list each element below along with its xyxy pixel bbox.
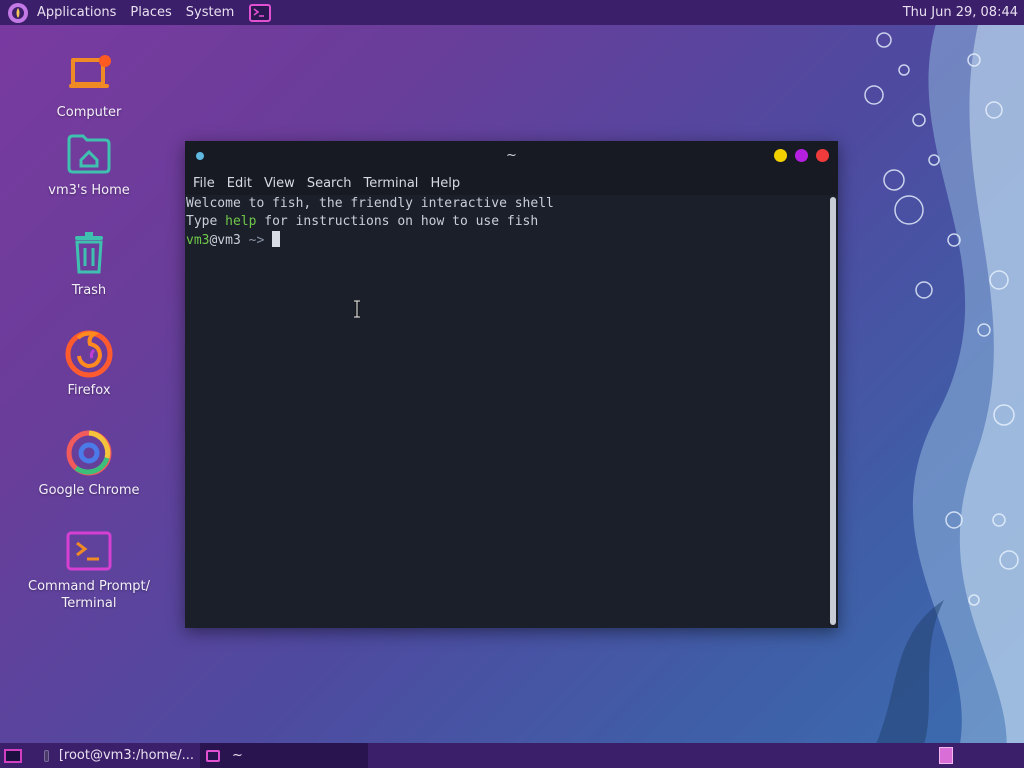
minimize-button[interactable] [774,149,787,162]
menu-places[interactable]: Places [123,0,178,25]
terminal-task-icon [44,749,49,762]
chrome-icon [66,430,112,476]
desktop-icon-label: Trash [71,283,107,298]
text-cursor [272,231,281,247]
bottom-panel: [root@vm3:/home/... ~ [0,743,1024,768]
wallpaper-decoration [864,0,1024,768]
panel-clock[interactable]: Thu Jun 29, 08:44 [903,5,1018,20]
trash-icon [75,232,103,274]
menu-terminal[interactable]: Terminal [359,176,426,191]
home-folder-icon [67,134,111,174]
help-line: Type help for instructions on how to use… [186,213,831,231]
maximize-button[interactable] [795,149,808,162]
desktop-icon-trash[interactable]: Trash [24,230,154,299]
taskbar-item-home-terminal[interactable]: ~ [200,743,368,768]
desktop-icon-label: Command Prompt/ Terminal [28,579,150,611]
menu-help[interactable]: Help [426,176,468,191]
terminal-launcher-icon[interactable] [249,3,272,22]
workspace-switcher[interactable] [939,747,953,764]
top-panel: Applications Places System Thu Jun 29, 0… [0,0,1024,25]
prompt-arrow: ~> [240,233,273,248]
prompt-user: vm3 [186,233,210,248]
desktop-icon-firefox[interactable]: Firefox [24,328,154,399]
desktop-icon-label: Google Chrome [38,483,140,498]
computer-icon [69,55,111,88]
terminal-scrollbar[interactable] [830,197,836,625]
terminal-icon [66,531,112,571]
desktop-icon-chrome[interactable]: Google Chrome [24,428,154,499]
taskbar-label: [root@vm3:/home/... [58,748,194,763]
terminal-titlebar[interactable]: ~ [185,141,838,171]
window-title: ~ [506,148,517,163]
terminal-window[interactable]: ~ File Edit View Search Terminal Help We… [185,141,838,628]
applications-logo-icon[interactable] [8,2,28,23]
close-button[interactable] [816,149,829,162]
desktop-icon-label: Firefox [67,383,111,398]
desktop-icon-terminal[interactable]: Command Prompt/ Terminal [24,530,154,612]
desktop-icon-computer[interactable]: Computer [24,52,154,121]
help-command: help [225,214,257,229]
welcome-line: Welcome to fish, the friendly interactiv… [186,196,554,211]
taskbar-item-root-terminal[interactable]: [root@vm3:/home/... [38,743,200,768]
prompt-line[interactable]: vm3@vm3 ~> [186,231,831,249]
menu-system[interactable]: System [179,0,241,25]
desktop-icon-label: vm3's Home [48,183,130,198]
firefox-icon [65,330,113,378]
menu-file[interactable]: File [189,176,223,191]
help-prefix: Type [186,214,226,229]
menu-view[interactable]: View [260,176,303,191]
terminal-menubar: File Edit View Search Terminal Help [185,171,838,195]
menu-search[interactable]: Search [303,176,360,191]
desktop-icon-label: Computer [56,105,122,120]
help-suffix: for instructions on how to use fish [256,214,539,229]
show-desktop-icon[interactable] [4,748,22,763]
terminal-task-icon [206,749,220,762]
ibeam-cursor-icon [354,300,360,318]
menu-edit[interactable]: Edit [223,176,260,191]
desktop-icon-home[interactable]: vm3's Home [24,130,154,199]
taskbar-label: ~ [232,748,243,763]
terminal-output[interactable]: Welcome to fish, the friendly interactiv… [185,195,831,628]
menu-applications[interactable]: Applications [30,0,123,25]
prompt-host: @vm3 [209,233,241,248]
